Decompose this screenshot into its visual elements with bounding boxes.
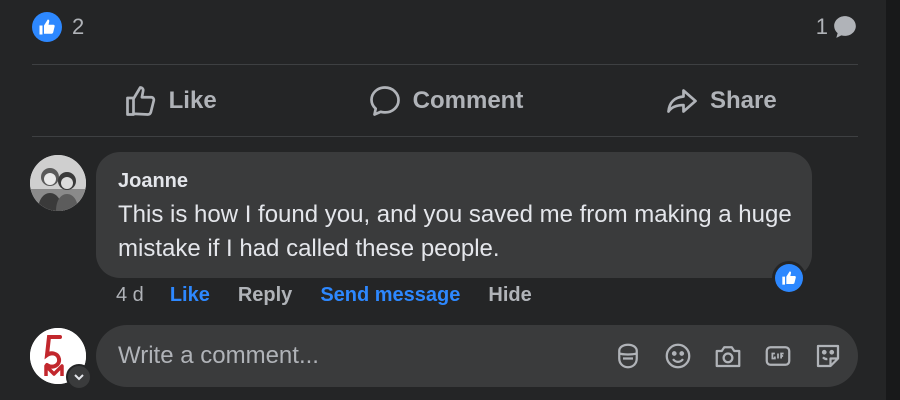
- speech-bubble-icon: [834, 16, 856, 38]
- reaction-count: 2: [72, 14, 85, 39]
- share-label: Share: [709, 87, 777, 114]
- hide-link[interactable]: Hide: [488, 284, 531, 307]
- divider: [32, 64, 858, 65]
- comment-count[interactable]: 1: [816, 12, 858, 42]
- action-bar: Like Comment Share: [32, 66, 858, 136]
- comment-input-placeholder: Write a comment...: [118, 342, 319, 369]
- comment-button[interactable]: Comment: [307, 66, 582, 136]
- sticker-button[interactable]: [812, 340, 844, 372]
- account-switch-chevron[interactable]: [66, 364, 92, 390]
- comment-like-link[interactable]: Like: [170, 284, 210, 307]
- thumbs-up-icon: [125, 86, 155, 116]
- comment-input[interactable]: Write a comment...: [96, 325, 858, 387]
- comment-actions: 4 d Like Reply Send message Hide: [116, 282, 560, 308]
- emoji-button[interactable]: [662, 340, 694, 372]
- commenter-avatar[interactable]: [30, 155, 86, 211]
- send-message-link[interactable]: Send message: [320, 284, 460, 307]
- avatar-sticker-icon: [618, 343, 638, 369]
- comment-author[interactable]: Joanne: [118, 170, 188, 193]
- comment-text: This is how I found you, and you saved m…: [118, 201, 792, 262]
- comment-timestamp[interactable]: 4 d: [116, 284, 144, 307]
- comment-label: Comment: [412, 87, 524, 114]
- divider: [32, 136, 858, 137]
- comment-icon: [369, 86, 400, 116]
- comment-like-reaction[interactable]: [772, 261, 806, 295]
- thumbs-up-icon: [782, 271, 796, 285]
- share-arrow-icon: [667, 89, 697, 113]
- avatar-sticker-button[interactable]: [612, 340, 644, 372]
- chevron-down-icon: [74, 374, 84, 381]
- like-reaction-icon: [32, 12, 62, 42]
- gif-icon: [765, 346, 791, 366]
- comment-reply-link[interactable]: Reply: [238, 284, 292, 307]
- page-edge: [886, 0, 900, 400]
- gif-button[interactable]: [762, 340, 794, 372]
- comment-count-number: 1: [815, 14, 828, 39]
- smiley-icon: [665, 343, 691, 369]
- share-button[interactable]: Share: [583, 66, 858, 136]
- photo-button[interactable]: [712, 340, 744, 372]
- composer-tools: [612, 340, 844, 372]
- post-footer: 2 1 Like Comment Share Joanne This is ho…: [0, 0, 886, 400]
- camera-icon: [715, 346, 741, 368]
- comment-bubble: Joanne This is how I found you, and you …: [96, 152, 812, 278]
- sticker-icon: [816, 344, 840, 368]
- like-button[interactable]: Like: [32, 66, 307, 136]
- like-label: Like: [168, 87, 217, 114]
- reactions-summary[interactable]: 2: [32, 12, 84, 42]
